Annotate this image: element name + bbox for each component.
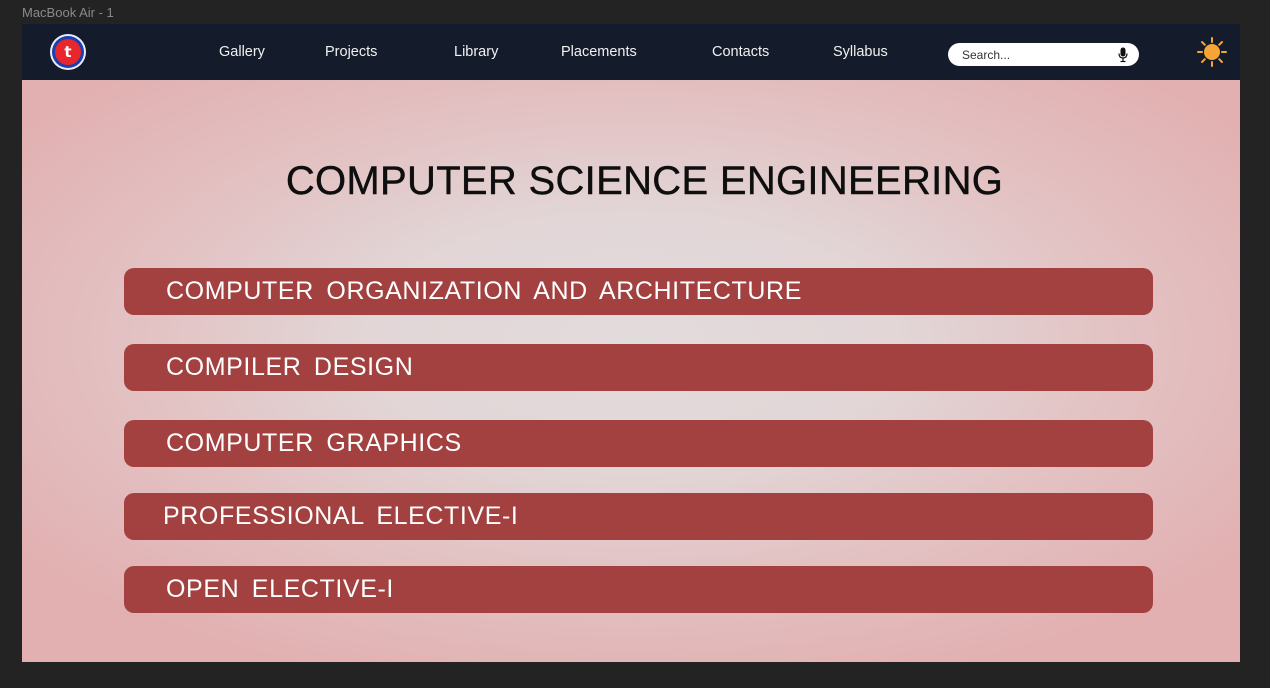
search-bar bbox=[948, 43, 1139, 66]
mic-icon[interactable] bbox=[1118, 47, 1128, 63]
logo-letter: t bbox=[55, 39, 81, 65]
nav-item-contacts[interactable]: Contacts bbox=[712, 43, 769, 61]
nav-item-projects[interactable]: Projects bbox=[325, 43, 377, 61]
nav-item-gallery[interactable]: Gallery bbox=[219, 43, 265, 61]
subject-label: COMPILER DESIGN bbox=[166, 353, 414, 381]
artboard-label: MacBook Air - 1 bbox=[22, 5, 114, 20]
search-input[interactable] bbox=[962, 43, 1112, 66]
artboard: t Gallery Projects Library Placements Co… bbox=[22, 24, 1240, 662]
nav-item-placements[interactable]: Placements bbox=[561, 43, 637, 61]
subject-label: OPEN ELECTIVE-I bbox=[166, 575, 394, 603]
nav-item-library[interactable]: Library bbox=[454, 43, 498, 61]
top-navbar: t Gallery Projects Library Placements Co… bbox=[22, 24, 1240, 80]
subject-label: COMPUTER GRAPHICS bbox=[166, 429, 462, 457]
page-title: COMPUTER SCIENCE ENGINEERING bbox=[285, 159, 1004, 203]
subject-label: PROFESSIONAL ELECTIVE-I bbox=[163, 502, 519, 530]
subject-label: COMPUTER ORGANIZATION AND ARCHITECTURE bbox=[166, 277, 802, 305]
subject-computer-graphics[interactable]: COMPUTER GRAPHICS bbox=[124, 420, 1153, 467]
college-logo-icon[interactable]: t bbox=[50, 34, 86, 70]
nav-item-syllabus[interactable]: Syllabus bbox=[833, 43, 888, 61]
subject-professional-elective-i[interactable]: PROFESSIONAL ELECTIVE-I bbox=[124, 493, 1153, 540]
subject-computer-organization-and-architecture[interactable]: COMPUTER ORGANIZATION AND ARCHITECTURE bbox=[124, 268, 1153, 315]
sun-icon[interactable] bbox=[1197, 37, 1227, 67]
subject-open-elective-i[interactable]: OPEN ELECTIVE-I bbox=[124, 566, 1153, 613]
subject-compiler-design[interactable]: COMPILER DESIGN bbox=[124, 344, 1153, 391]
